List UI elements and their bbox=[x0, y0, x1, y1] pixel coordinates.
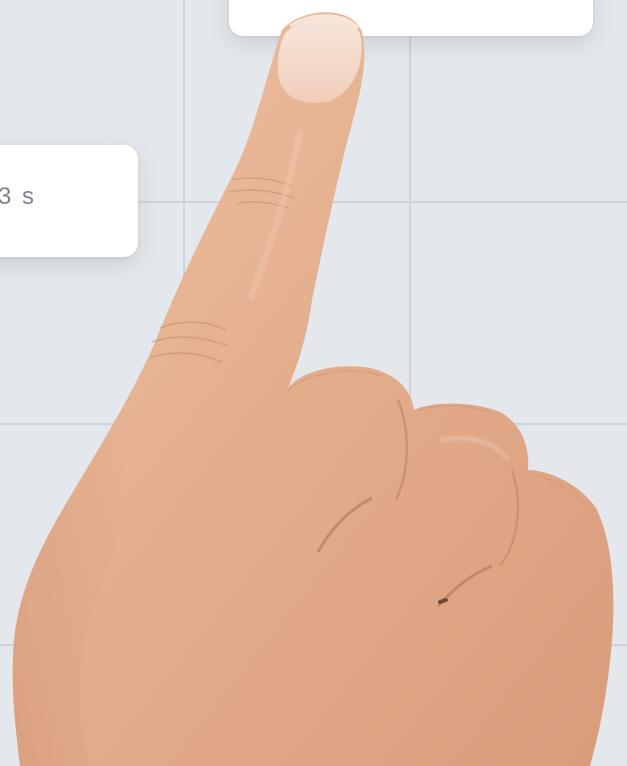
hand-pointing-index-finger-icon bbox=[12, 12, 614, 766]
scene: 3 s bbox=[0, 0, 627, 766]
